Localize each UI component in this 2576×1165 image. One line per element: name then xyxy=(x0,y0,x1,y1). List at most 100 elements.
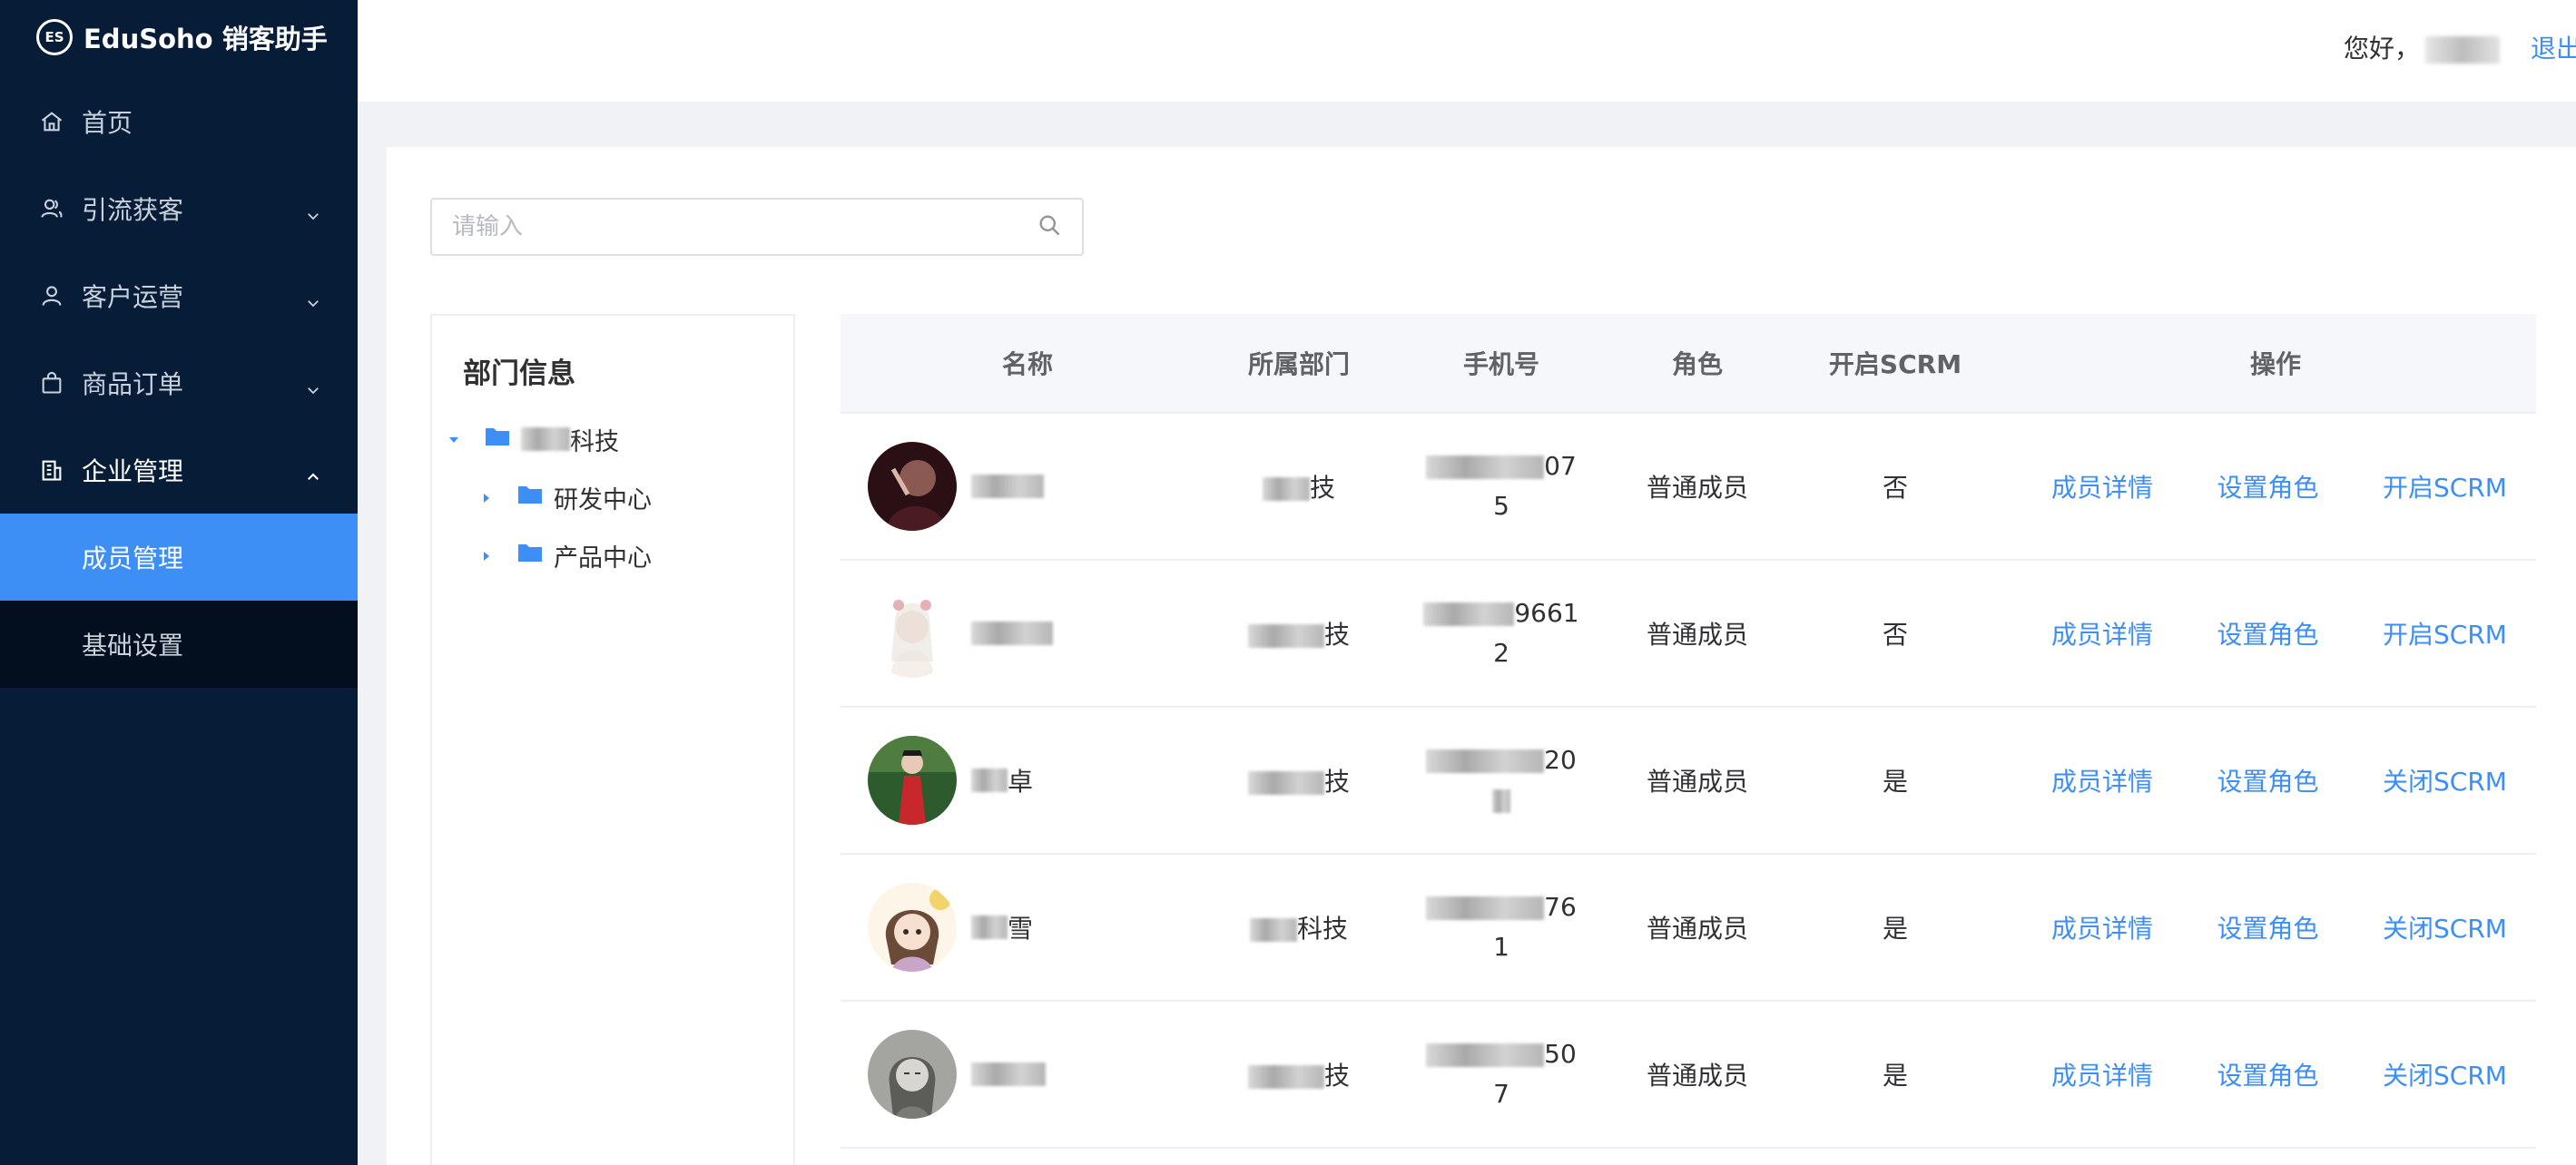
toggle-scrm-link[interactable]: 开启SCRM xyxy=(2383,468,2507,504)
phone-redacted xyxy=(1426,749,1545,773)
phone-line-2: 7 xyxy=(1493,1079,1509,1109)
search-icon[interactable] xyxy=(1037,212,1062,241)
member-department-text: 技 xyxy=(1323,620,1350,650)
toggle-scrm-link[interactable]: 关闭SCRM xyxy=(2383,909,2507,945)
chevron-down-icon xyxy=(305,288,321,308)
app-logo[interactable]: ES EduSoho 销客助手 xyxy=(0,0,358,74)
dept-name-redacted xyxy=(1247,1065,1324,1089)
caret-right-icon[interactable] xyxy=(479,484,517,512)
home-icon xyxy=(38,108,65,135)
phone-redacted xyxy=(1426,896,1545,920)
member-role: 普通成员 xyxy=(1646,1061,1748,1091)
member-detail-link[interactable]: 成员详情 xyxy=(2051,1056,2153,1092)
dept-name-redacted xyxy=(1262,477,1310,501)
chevron-down-icon xyxy=(305,201,321,220)
member-detail-link[interactable]: 成员详情 xyxy=(2051,468,2153,504)
search-input[interactable] xyxy=(452,213,1037,240)
member-phone: 20 xyxy=(1383,740,1619,820)
user-icon xyxy=(38,282,65,309)
logout-link[interactable]: 退出 xyxy=(2531,29,2576,65)
dept-name-redacted xyxy=(1249,918,1297,942)
sidebar-item-label: 商品订单 xyxy=(82,369,184,399)
table-row: 雪 科技 76 1 普通成员 是 成员详情 设置角色 关闭SCRM xyxy=(841,855,2536,1002)
member-department: 技 xyxy=(1214,762,1383,798)
tree-node-rd-center[interactable]: 研发中心 xyxy=(479,479,652,515)
shopping-bag-icon xyxy=(38,369,65,396)
member-name-redacted xyxy=(971,475,1044,498)
toggle-scrm-link[interactable]: 关闭SCRM xyxy=(2383,762,2507,798)
member-name-redacted xyxy=(971,915,1008,939)
sidebar-item-enterprise[interactable]: 企业管理 xyxy=(0,426,358,514)
sidebar-menu: 首页 引流获客 客户运营 商品订单 企业管理 成员管理 基础设置 xyxy=(0,78,358,688)
caret-down-icon[interactable] xyxy=(447,426,485,454)
phone-line-2: 1 xyxy=(1493,932,1509,962)
member-name-cell xyxy=(841,442,1214,531)
member-phone: 9661 2 xyxy=(1383,593,1619,673)
set-role-link[interactable]: 设置角色 xyxy=(2217,762,2319,798)
member-role: 普通成员 xyxy=(1646,473,1748,503)
app-title: EduSoho 销客助手 xyxy=(84,24,328,54)
member-detail-link[interactable]: 成员详情 xyxy=(2051,615,2153,651)
tree-node-product-center[interactable]: 产品中心 xyxy=(479,537,652,573)
tree-node-label: 产品中心 xyxy=(554,543,652,573)
member-name-redacted xyxy=(971,1062,1046,1086)
table-row: 卓 技 20 普通成员 是 成员详情 设置角色 关闭SCRM xyxy=(841,708,2536,855)
avatar xyxy=(868,736,957,825)
table-row: 技 50 7 普通成员 是 成员详情 设置角色 关闭SCRM xyxy=(841,1002,2536,1149)
toggle-scrm-link[interactable]: 关闭SCRM xyxy=(2383,1056,2507,1092)
greeting-text: 您好， xyxy=(2344,34,2421,64)
member-name: 雪 xyxy=(1008,914,1034,944)
column-header-department: 所属部门 xyxy=(1247,349,1350,379)
member-department-text: 技 xyxy=(1309,473,1335,503)
set-role-link[interactable]: 设置角色 xyxy=(2217,615,2319,651)
column-header-phone: 手机号 xyxy=(1462,349,1539,379)
tree-node-root[interactable]: 科技 xyxy=(447,421,619,457)
phone-line-1: 9661 xyxy=(1514,598,1579,628)
department-tree-panel: 部门信息 科技 研发中心 产品中心 xyxy=(430,314,795,1165)
phone-redacted xyxy=(1492,789,1510,813)
member-department: 技 xyxy=(1214,468,1383,504)
sidebar-item-home[interactable]: 首页 xyxy=(0,78,358,165)
sidebar: ES EduSoho 销客助手 首页 引流获客 客户运营 商品订单 企业管理 成… xyxy=(0,0,358,1165)
member-actions: 成员详情 设置角色 关闭SCRM xyxy=(2015,762,2536,798)
user-greeting: 您好， xyxy=(2344,29,2501,65)
sidebar-item-basic-settings[interactable]: 基础设置 xyxy=(0,601,358,688)
member-phone: 50 7 xyxy=(1383,1034,1619,1114)
set-role-link[interactable]: 设置角色 xyxy=(2217,909,2319,945)
username-redacted xyxy=(2425,36,2501,64)
avatar xyxy=(868,442,957,531)
chevron-up-icon xyxy=(305,462,321,480)
set-role-link[interactable]: 设置角色 xyxy=(2217,1056,2319,1092)
folder-icon xyxy=(517,542,554,570)
sidebar-item-label: 引流获客 xyxy=(82,195,184,225)
sidebar-item-orders[interactable]: 商品订单 xyxy=(0,339,358,426)
phone-line-1: 20 xyxy=(1544,745,1577,775)
member-scrm-status: 是 xyxy=(1882,1061,1908,1091)
member-name-cell xyxy=(841,589,1214,678)
sidebar-item-customer-ops[interactable]: 客户运营 xyxy=(0,252,358,339)
member-department: 科技 xyxy=(1214,909,1383,945)
member-name-cell: 雪 xyxy=(841,883,1214,972)
toggle-scrm-link[interactable]: 开启SCRM xyxy=(2383,615,2507,651)
member-department-text: 技 xyxy=(1323,767,1350,797)
member-role: 普通成员 xyxy=(1646,914,1748,944)
caret-right-icon[interactable] xyxy=(479,542,517,570)
column-header-role: 角色 xyxy=(1671,349,1723,379)
member-name-cell xyxy=(841,1030,1214,1119)
member-name-cell: 卓 xyxy=(841,736,1214,825)
member-department: 技 xyxy=(1214,1056,1383,1092)
member-department-text: 科技 xyxy=(1296,914,1348,944)
phone-line-2: 5 xyxy=(1493,491,1509,521)
set-role-link[interactable]: 设置角色 xyxy=(2217,468,2319,504)
sidebar-item-member-management[interactable]: 成员管理 xyxy=(0,514,358,601)
table-header: 名称 所属部门 手机号 角色 开启SCRM 操作 xyxy=(841,314,2536,414)
phone-line-1: 50 xyxy=(1544,1039,1577,1069)
member-detail-link[interactable]: 成员详情 xyxy=(2051,909,2153,945)
users-icon xyxy=(38,195,65,222)
table-row: 技 9661 2 普通成员 否 成员详情 设置角色 开启SCRM xyxy=(841,561,2536,708)
member-scrm-status: 是 xyxy=(1882,767,1908,797)
top-header: 您好， 退出 xyxy=(358,0,2576,102)
dept-name-redacted xyxy=(1247,771,1324,795)
member-detail-link[interactable]: 成员详情 xyxy=(2051,762,2153,798)
sidebar-item-lead-gen[interactable]: 引流获客 xyxy=(0,165,358,252)
